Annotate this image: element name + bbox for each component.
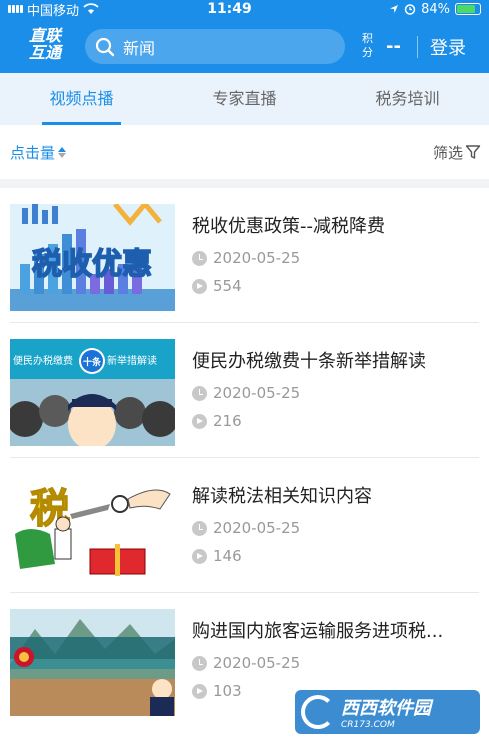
carrier-label: 中国移动	[27, 3, 80, 19]
video-item-1[interactable]: 税收优惠 税收优惠政策--减税降费 2020-05-25 554	[0, 188, 489, 323]
passenger-transport-thumbnail-image	[10, 609, 175, 716]
date-text: 2020-05-25	[213, 654, 301, 672]
watermark-logo-icon	[301, 695, 335, 729]
app-logo: 直联 互通	[22, 27, 68, 61]
video-views: 216	[192, 412, 242, 430]
status-bar: 中国移动 11:49 84%	[0, 0, 489, 19]
tax-law-thumbnail-image: 税	[10, 474, 175, 581]
thumbnail-caption: 税收优惠	[32, 247, 152, 282]
points-label: 积分	[362, 32, 373, 59]
video-date: 2020-05-25	[192, 249, 300, 267]
video-views: 103	[192, 682, 242, 700]
site-watermark: 西西软件园 CR173.COM	[295, 690, 480, 734]
sort-by-clicks-button[interactable]: 点击量	[10, 142, 67, 163]
video-date: 2020-05-25	[192, 384, 300, 402]
sort-label: 点击量	[10, 143, 56, 162]
logo-line-1: 直联	[28, 26, 61, 45]
tab-video-on-demand[interactable]: 视频点播	[0, 73, 163, 125]
funnel-icon	[465, 145, 481, 159]
video-thumbnail[interactable]: 税收优惠	[10, 204, 175, 311]
tab-tax-training[interactable]: 税务培训	[326, 73, 489, 125]
video-title[interactable]: 购进国内旅客运输服务进项税...	[192, 617, 477, 643]
watermark-site: CR173.COM	[341, 720, 395, 730]
points-value: --	[386, 35, 401, 57]
video-views: 146	[192, 547, 242, 565]
tax-service-thumbnail-image: 十条 便民办税缴费 新举措解读	[10, 339, 175, 446]
alarm-icon	[404, 4, 416, 15]
signal-icon	[8, 5, 23, 13]
watermark-brand: 西西软件园	[341, 698, 431, 719]
video-list: 税收优惠 税收优惠政策--减税降费 2020-05-25 554 十条 便民办税…	[0, 188, 489, 741]
search-icon	[95, 37, 115, 56]
date-text: 2020-05-25	[213, 519, 301, 537]
watermark-text: 西西软件园 CR173.COM	[341, 694, 431, 730]
battery-icon	[455, 3, 481, 15]
tab-expert-live[interactable]: 专家直播	[163, 73, 326, 125]
play-count-icon	[192, 278, 207, 294]
search-input[interactable]	[123, 37, 323, 56]
clock-icon	[192, 385, 207, 401]
status-time: 11:49	[207, 1, 252, 17]
play-count-icon	[192, 413, 207, 429]
clock-icon	[192, 250, 207, 266]
video-title[interactable]: 税收优惠政策--减税降费	[192, 212, 477, 238]
video-title[interactable]: 解读税法相关知识内容	[192, 482, 477, 508]
video-views: 554	[192, 277, 242, 295]
logo-line-2: 互通	[28, 43, 61, 62]
thumbnail-badge: 十条	[83, 356, 102, 368]
battery-percent: 84%	[421, 1, 450, 17]
thumbnail-caption-right: 新举措解读	[107, 354, 157, 367]
tab-bar: 视频点播 专家直播 税务培训	[0, 73, 489, 125]
play-count-icon	[192, 548, 207, 564]
video-title[interactable]: 便民办税缴费十条新举措解读	[192, 347, 477, 373]
app-header: 直联 互通 积分 -- 登录	[0, 18, 489, 73]
search-box[interactable]	[85, 29, 345, 64]
video-thumbnail[interactable]	[10, 609, 175, 716]
filter-label: 筛选	[432, 143, 463, 162]
video-date: 2020-05-25	[192, 519, 300, 537]
wifi-icon	[83, 3, 99, 14]
video-item-2[interactable]: 十条 便民办税缴费 新举措解读 便民办税缴费十条新举措解读 2020-05-25…	[0, 323, 489, 458]
play-count-icon	[192, 683, 207, 699]
video-item-3[interactable]: 税 解读税法相关知识内容 2020-05-25 146	[0, 458, 489, 593]
sort-arrows-icon	[58, 146, 67, 158]
login-button[interactable]: 登录	[430, 34, 466, 60]
clock-icon	[192, 520, 207, 536]
status-right: 84%	[331, 2, 481, 17]
location-arrow-icon	[390, 5, 399, 13]
date-text: 2020-05-25	[213, 249, 301, 267]
views-text: 103	[213, 682, 242, 700]
sort-filter-bar: 点击量 筛选	[0, 125, 489, 179]
views-text: 554	[213, 277, 242, 295]
points-display[interactable]: 积分 --	[362, 32, 401, 60]
video-thumbnail[interactable]: 十条 便民办税缴费 新举措解读	[10, 339, 175, 446]
views-text: 146	[213, 547, 242, 565]
filter-button[interactable]: 筛选	[433, 142, 481, 163]
date-text: 2020-05-25	[213, 384, 301, 402]
views-text: 216	[213, 412, 242, 430]
header-divider	[417, 36, 418, 58]
tax-preference-thumbnail-image: 税收优惠	[10, 204, 175, 311]
video-date: 2020-05-25	[192, 654, 300, 672]
thumbnail-caption-left: 便民办税缴费	[13, 354, 73, 367]
video-thumbnail[interactable]: 税	[10, 474, 175, 581]
clock-icon	[192, 655, 207, 671]
